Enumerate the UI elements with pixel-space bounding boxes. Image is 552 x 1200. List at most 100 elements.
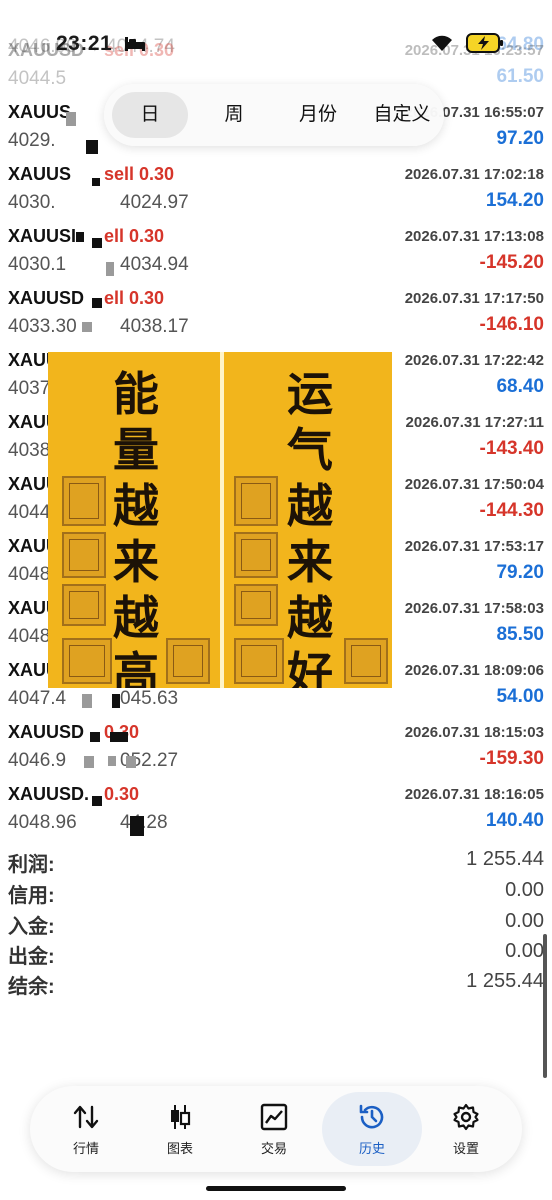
trade-symbol: XAUUS bbox=[8, 102, 72, 122]
redaction-mark bbox=[92, 178, 100, 186]
gear-icon bbox=[453, 1103, 479, 1131]
redaction-mark bbox=[90, 732, 100, 742]
battery-icon bbox=[466, 33, 504, 58]
trade-open-price: 4033.30 bbox=[8, 316, 77, 337]
trade-open-price: 4029. bbox=[8, 130, 56, 151]
redaction-mark bbox=[86, 140, 98, 154]
redaction-mark bbox=[84, 756, 94, 768]
trade-symbol: XAUUSI bbox=[8, 226, 77, 246]
nav-settings[interactable]: 设置 bbox=[420, 1092, 512, 1166]
trade-open-price: 4044 bbox=[8, 502, 51, 523]
seal-stamp bbox=[62, 638, 112, 684]
summary-row-balance: 结余: 1 255.44 bbox=[0, 970, 552, 1000]
tab-custom[interactable]: 自定义 bbox=[362, 92, 442, 138]
couplet-divider bbox=[220, 352, 224, 688]
trade-close-price: 4034.94 bbox=[120, 254, 189, 275]
nav-label: 设置 bbox=[452, 1141, 479, 1156]
trade-open-price: 4038 bbox=[8, 440, 51, 461]
trade-open-price: 4048.96 bbox=[8, 812, 77, 833]
trade-close-price: 4024.97 bbox=[120, 192, 189, 213]
history-icon bbox=[359, 1104, 384, 1129]
summary-value: 0.00 bbox=[505, 879, 544, 901]
seal-stamp bbox=[166, 638, 210, 684]
nav-label: 交易 bbox=[260, 1141, 287, 1156]
nav-quotes[interactable]: 行情 bbox=[40, 1092, 132, 1166]
trade-open-price: 4046.9 bbox=[8, 750, 67, 771]
summary-label: 出金: bbox=[8, 946, 55, 968]
nav-label: 图表 bbox=[166, 1141, 193, 1156]
trade-profit: 54.00 bbox=[496, 686, 544, 707]
summary-label: 信用: bbox=[8, 885, 55, 907]
trade-time: 2026.07.31 18:09:06 bbox=[404, 662, 544, 679]
summary-label: 结余: bbox=[8, 976, 55, 998]
trade-open-price: 4044.5 bbox=[8, 68, 67, 89]
trade-open-price: 4037 bbox=[8, 378, 51, 399]
summary-row-credit: 信用: 0.00 bbox=[0, 879, 552, 909]
trade-time: 2026.07.31 17:17:50 bbox=[404, 290, 544, 307]
scrollbar[interactable] bbox=[543, 934, 547, 1078]
trade-time: 2026.07.31 17:50:04 bbox=[404, 476, 544, 493]
redaction-mark bbox=[92, 238, 102, 248]
trade-symbol: XAUUSD bbox=[8, 722, 85, 742]
redaction-mark bbox=[92, 298, 102, 308]
trade-symbol: XAUUS bbox=[8, 164, 72, 184]
nav-history[interactable]: 历史 bbox=[322, 1092, 422, 1166]
summary-label: 利润: bbox=[8, 854, 55, 876]
candlestick-icon bbox=[171, 1105, 191, 1129]
trade-row[interactable]: XAUUS sell 0.30 2026.07.31 17:02:18 4030. 40… bbox=[0, 160, 552, 222]
trade-profit: 154.20 bbox=[485, 190, 544, 211]
trade-profit: 85.50 bbox=[496, 624, 544, 645]
trade-open-price: 4047.4 bbox=[8, 688, 67, 709]
trade-symbol: XAUUSD bbox=[8, 288, 85, 308]
redaction-mark bbox=[110, 732, 128, 742]
trade-profit: 79.20 bbox=[496, 562, 544, 583]
nav-charts[interactable]: 图表 bbox=[134, 1092, 226, 1166]
trade-side: 0.30 bbox=[104, 784, 140, 804]
trade-profit: -159.30 bbox=[479, 748, 544, 769]
summary-row-profit: 利润: 1 255.44 bbox=[0, 848, 552, 878]
redaction-mark bbox=[108, 756, 116, 766]
home-indicator[interactable] bbox=[206, 1186, 346, 1191]
nav-label: 历史 bbox=[358, 1141, 385, 1156]
seal-stamp bbox=[234, 638, 284, 684]
trade-row[interactable]: XAUUSD ell 0.30 2026.07.31 17:17:50 4033.30… bbox=[0, 284, 552, 346]
seal-stamp bbox=[234, 532, 278, 578]
redaction-mark bbox=[130, 816, 144, 836]
trade-profit: 97.20 bbox=[496, 128, 544, 149]
status-time: 23:21 bbox=[56, 32, 113, 55]
trade-row[interactable]: XAUUSD0.302026.07.31 18:15:034046.9052.2… bbox=[0, 718, 552, 780]
tab-month[interactable]: 月份 bbox=[280, 92, 356, 138]
tab-day[interactable]: 日 bbox=[112, 92, 188, 138]
trade-time: 2026.07.31 17:22:42 bbox=[404, 352, 544, 369]
trade-close-price: 4038.17 bbox=[120, 316, 189, 337]
seal-stamp bbox=[62, 532, 106, 578]
trade-side: sell 0.30 bbox=[104, 164, 175, 184]
trade-open-price: 4030.1 bbox=[8, 254, 67, 275]
trade-time: 2026.07.31 17:53:17 bbox=[404, 538, 544, 555]
trade-time: 2026.07.31 18:15:03 bbox=[404, 724, 544, 741]
trade-time: 2026.07.31 17:27:11 bbox=[405, 414, 544, 431]
redaction-mark bbox=[112, 694, 120, 708]
trade-symbol: XAUUSD. bbox=[8, 784, 90, 804]
redaction-mark bbox=[82, 694, 92, 708]
trade-profit: -145.20 bbox=[479, 252, 544, 273]
trade-profit: -146.10 bbox=[479, 314, 544, 335]
trade-row[interactable]: XAUUSD.0.302026.07.31 18:16:054048.9644.… bbox=[0, 780, 552, 842]
tab-week[interactable]: 周 bbox=[196, 92, 272, 138]
trade-profit: -143.40 bbox=[479, 438, 544, 459]
trade-time: 2026.07.31 18:16:05 bbox=[404, 786, 544, 803]
trade-profit: 68.40 bbox=[496, 376, 544, 397]
summary-label: 入金: bbox=[8, 916, 55, 938]
nav-trade[interactable]: 交易 bbox=[228, 1092, 320, 1166]
bottom-nav: 行情 图表 交易 历史 设置 bbox=[30, 1086, 522, 1172]
trade-profit: 140.40 bbox=[485, 810, 544, 831]
wifi-icon bbox=[430, 34, 454, 57]
redaction-mark bbox=[66, 112, 76, 126]
redaction-mark bbox=[126, 756, 136, 768]
seal-stamp bbox=[234, 584, 278, 626]
trade-chart-icon bbox=[260, 1103, 288, 1131]
redaction-mark bbox=[82, 322, 92, 332]
couplet-image: 能量越来越高 运气越来越好 bbox=[48, 352, 392, 688]
couplet-left-text: 能量越来越高 bbox=[113, 367, 159, 688]
trade-open-price: 4048 bbox=[8, 564, 51, 585]
